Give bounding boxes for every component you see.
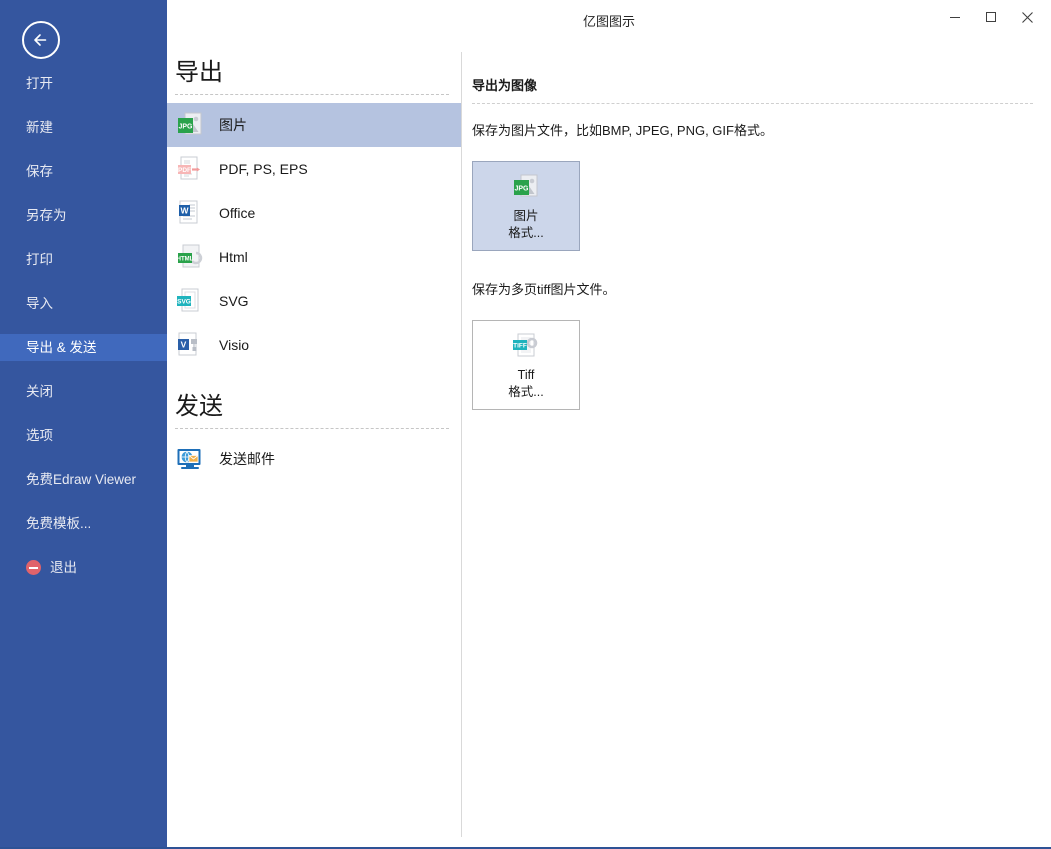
tiff-format-card[interactable]: TIFF Tiff 格式... xyxy=(472,320,580,410)
sidebar-item-exit[interactable]: 退出 xyxy=(0,554,167,581)
format-item-visio[interactable]: V Visio xyxy=(167,323,461,367)
image-card-label-line2: 格式... xyxy=(508,226,544,240)
format-item-label: 图片 xyxy=(219,117,247,133)
format-item-label: Html xyxy=(219,249,248,265)
tiff-card-label-line1: Tiff xyxy=(517,368,535,382)
sidebar-menu: 打开 新建 保存 另存为 打印 导入 导出 & 发送 关闭 选项 免费Edraw… xyxy=(0,70,167,598)
sidebar-item-label: 打开 xyxy=(26,76,53,91)
sidebar-item-free-templates[interactable]: 免费模板... xyxy=(0,510,167,537)
export-divider xyxy=(175,94,449,95)
app-window: 打开 新建 保存 另存为 打印 导入 导出 & 发送 关闭 选项 免费Edraw… xyxy=(0,0,1051,849)
svg-text:JPG: JPG xyxy=(514,186,529,193)
sidebar-item-label: 关闭 xyxy=(26,384,53,399)
format-item-label: Office xyxy=(219,205,256,221)
send-heading: 发送 xyxy=(175,393,223,420)
svg-text:W: W xyxy=(180,206,189,216)
send-list: 发送邮件 xyxy=(167,437,461,481)
send-divider xyxy=(175,428,449,429)
svg-text:TIFF: TIFF xyxy=(513,343,527,350)
export-heading: 导出 xyxy=(175,59,223,86)
sidebar-item-save[interactable]: 保存 xyxy=(0,158,167,185)
back-arrow-icon[interactable] xyxy=(22,21,60,59)
close-button[interactable] xyxy=(1009,2,1045,32)
minimize-icon xyxy=(950,17,960,18)
sidebar-item-label: 导入 xyxy=(26,296,53,311)
tiff-card-label-line2: 格式... xyxy=(508,385,544,399)
sidebar-item-label: 免费模板... xyxy=(26,516,92,531)
send-item-mail[interactable]: 发送邮件 xyxy=(167,437,461,481)
sidebar-item-new[interactable]: 新建 xyxy=(0,114,167,141)
format-item-svg[interactable]: SVG SVG xyxy=(167,279,461,323)
sidebar-item-open[interactable]: 打开 xyxy=(0,70,167,97)
sidebar-item-close[interactable]: 关闭 xyxy=(0,378,167,405)
sidebar-item-label: 退出 xyxy=(50,560,77,575)
format-item-office[interactable]: W Office xyxy=(167,191,461,235)
sidebar-item-export-and-send[interactable]: 导出 & 发送 xyxy=(0,334,167,361)
image-export-description: 保存为图片文件，比如BMP, JPEG, PNG, GIF格式。 xyxy=(472,123,773,138)
format-item-html[interactable]: HTML Html xyxy=(167,235,461,279)
maximize-icon xyxy=(986,12,996,22)
sidebar-item-options[interactable]: 选项 xyxy=(0,422,167,449)
minimize-button[interactable] xyxy=(937,2,973,32)
svg-text:PDF: PDF xyxy=(178,167,191,174)
word-file-icon: W xyxy=(175,198,205,228)
sidebar-item-label: 新建 xyxy=(26,120,53,135)
tiff-file-icon: TIFF xyxy=(511,331,541,361)
send-item-label: 发送邮件 xyxy=(219,451,275,467)
page-title: 亿图图示 xyxy=(582,14,635,29)
format-item-label: PDF, PS, EPS xyxy=(219,161,308,177)
export-format-list: JPG 图片 PDF PDF, PS, EPS W Office HTML Ht… xyxy=(167,103,461,367)
sidebar-item-label: 选项 xyxy=(26,428,53,443)
maximize-button[interactable] xyxy=(973,2,1009,32)
format-item-image[interactable]: JPG 图片 xyxy=(167,103,461,147)
send-mail-icon xyxy=(175,444,205,474)
format-item-label: Visio xyxy=(219,337,250,353)
format-item-pdf-ps-eps[interactable]: PDF PDF, PS, EPS xyxy=(167,147,461,191)
html-file-icon: HTML xyxy=(175,242,205,272)
svg-text:HTML: HTML xyxy=(177,256,194,262)
jpg-file-icon: JPG xyxy=(175,110,205,140)
visio-file-icon: V xyxy=(175,330,205,360)
sidebar-item-print[interactable]: 打印 xyxy=(0,246,167,273)
svg-file-icon: SVG xyxy=(175,286,205,316)
image-format-card[interactable]: JPG 图片 格式... xyxy=(472,161,580,251)
svg-text:JPG: JPG xyxy=(178,124,193,131)
sidebar-item-label: 免费Edraw Viewer xyxy=(26,472,137,487)
window-controls xyxy=(937,2,1045,32)
sidebar-item-label: 另存为 xyxy=(26,208,67,223)
export-detail-panel: 导出为图像 保存为图片文件，比如BMP, JPEG, PNG, GIF格式。 J… xyxy=(462,37,1051,845)
format-item-label: SVG xyxy=(219,293,249,309)
sidebar-item-free-edraw-viewer[interactable]: 免费Edraw Viewer xyxy=(0,466,167,493)
panel-heading: 导出为图像 xyxy=(472,78,538,93)
pdf-file-icon: PDF xyxy=(175,154,205,184)
image-card-label-line1: 图片 xyxy=(513,209,539,223)
svg-text:V: V xyxy=(181,340,187,350)
exit-icon xyxy=(26,560,41,575)
sidebar-item-label: 打印 xyxy=(26,252,53,267)
close-icon xyxy=(1021,11,1033,23)
tiff-export-description: 保存为多页tiff图片文件。 xyxy=(472,282,616,297)
svg-text:SVG: SVG xyxy=(177,299,191,306)
sidebar-item-label: 导出 & 发送 xyxy=(26,340,97,355)
sidebar-item-save-as[interactable]: 另存为 xyxy=(0,202,167,229)
jpg-file-icon: JPG xyxy=(511,172,541,202)
sidebar-item-import[interactable]: 导入 xyxy=(0,290,167,317)
export-column: 导出 JPG 图片 PDF PDF, PS, EPS W Office HTML… xyxy=(167,37,461,847)
sidebar-item-label: 保存 xyxy=(26,164,53,179)
title-bar: 亿图图示 xyxy=(167,0,1051,37)
backstage-sidebar: 打开 新建 保存 另存为 打印 导入 导出 & 发送 关闭 选项 免费Edraw… xyxy=(0,0,167,847)
